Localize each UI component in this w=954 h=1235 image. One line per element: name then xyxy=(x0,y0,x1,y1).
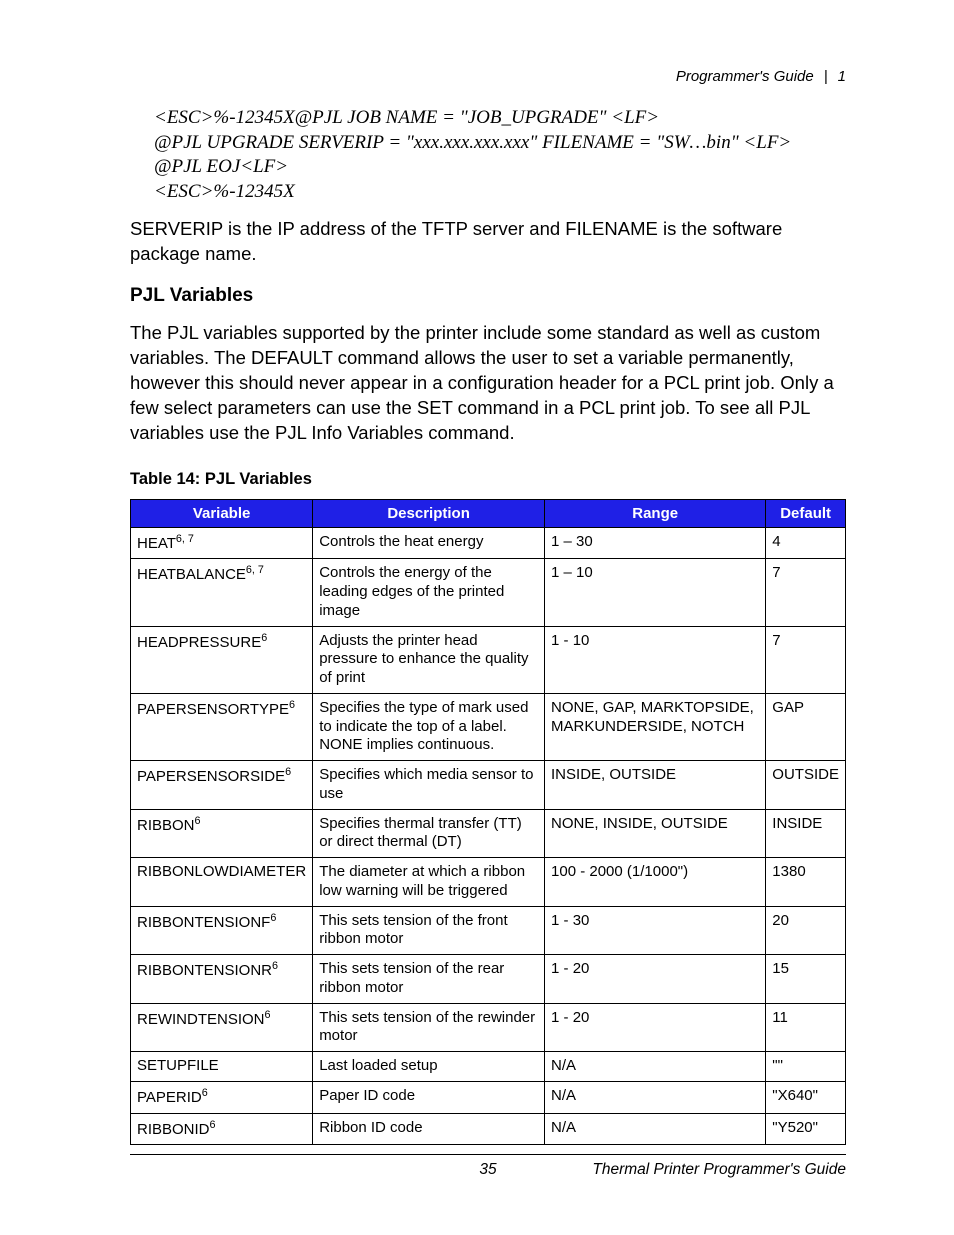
cell-default: 11 xyxy=(766,1003,846,1052)
col-header-variable: Variable xyxy=(131,499,313,527)
cell-description: Controls the energy of the leading edges… xyxy=(313,559,545,626)
pjl-variables-table: Variable Description Range Default HEAT6… xyxy=(130,499,846,1146)
cell-variable: RIBBONLOWDIAMETER xyxy=(131,858,313,907)
col-header-description: Description xyxy=(313,499,545,527)
table-row: RIBBONTENSIONF6This sets tension of the … xyxy=(131,906,846,955)
cell-default: 20 xyxy=(766,906,846,955)
table-row: REWINDTENSION6This sets tension of the r… xyxy=(131,1003,846,1052)
table-row: RIBBON6Specifies thermal transfer (TT) o… xyxy=(131,809,846,858)
cell-description: The diameter at which a ribbon low warni… xyxy=(313,858,545,907)
cell-description: Specifies thermal transfer (TT) or direc… xyxy=(313,809,545,858)
col-header-range: Range xyxy=(545,499,766,527)
cell-description: Specifies which media sensor to use xyxy=(313,761,545,810)
cell-range: 100 - 2000 (1/1000") xyxy=(545,858,766,907)
superscript: 6 xyxy=(265,1009,271,1021)
table-header-row: Variable Description Range Default xyxy=(131,499,846,527)
cell-variable: HEADPRESSURE6 xyxy=(131,626,313,693)
cell-description: This sets tension of the rear ribbon mot… xyxy=(313,955,545,1004)
cell-default: 1380 xyxy=(766,858,846,907)
page-footer: 35 Thermal Printer Programmer's Guide xyxy=(130,1154,846,1179)
cell-description: Adjusts the printer head pressure to enh… xyxy=(313,626,545,693)
code-line: <ESC>%-12345X xyxy=(154,180,846,205)
table-row: PAPERSENSORTYPE6Specifies the type of ma… xyxy=(131,693,846,760)
superscript: 6 xyxy=(285,766,291,778)
table-row: PAPERID6Paper ID codeN/A"X640" xyxy=(131,1081,846,1113)
table-row: HEATBALANCE6, 7Controls the energy of th… xyxy=(131,559,846,626)
cell-description: Specifies the type of mark used to indic… xyxy=(313,693,545,760)
cell-default: INSIDE xyxy=(766,809,846,858)
paragraph-intro: The PJL variables supported by the print… xyxy=(130,321,846,446)
cell-range: NONE, INSIDE, OUTSIDE xyxy=(545,809,766,858)
page-header: Programmer's Guide | 1 xyxy=(676,68,846,85)
cell-variable: RIBBONTENSIONF6 xyxy=(131,906,313,955)
superscript: 6, 7 xyxy=(176,533,194,545)
footer-doc-title: Thermal Printer Programmer's Guide xyxy=(592,1161,846,1179)
table-caption: Table 14: PJL Variables xyxy=(130,470,846,489)
cell-default: "X640" xyxy=(766,1081,846,1113)
cell-description: Ribbon ID code xyxy=(313,1113,545,1145)
cell-variable: HEAT6, 7 xyxy=(131,527,313,559)
code-block: <ESC>%-12345X@PJL JOB NAME = "JOB_UPGRAD… xyxy=(154,106,846,205)
cell-description: Paper ID code xyxy=(313,1081,545,1113)
superscript: 6 xyxy=(202,1087,208,1099)
col-header-default: Default xyxy=(766,499,846,527)
cell-range: 1 – 30 xyxy=(545,527,766,559)
cell-variable: RIBBON6 xyxy=(131,809,313,858)
header-separator: | xyxy=(824,68,828,85)
table-row: RIBBONID6Ribbon ID codeN/A"Y520" xyxy=(131,1113,846,1145)
superscript: 6 xyxy=(210,1119,216,1131)
code-line: @PJL UPGRADE SERVERIP = "xxx.xxx.xxx.xxx… xyxy=(154,131,846,156)
cell-range: 1 - 20 xyxy=(545,1003,766,1052)
cell-range: 1 - 10 xyxy=(545,626,766,693)
table-row: RIBBONTENSIONR6This sets tension of the … xyxy=(131,955,846,1004)
cell-default: 7 xyxy=(766,559,846,626)
cell-default: 7 xyxy=(766,626,846,693)
cell-variable: REWINDTENSION6 xyxy=(131,1003,313,1052)
superscript: 6 xyxy=(261,632,267,644)
paragraph-serverip: SERVERIP is the IP address of the TFTP s… xyxy=(130,217,846,267)
superscript: 6, 7 xyxy=(246,564,264,576)
header-section-number: 1 xyxy=(838,68,846,85)
table-row: SETUPFILELast loaded setupN/A"" xyxy=(131,1052,846,1082)
cell-default: GAP xyxy=(766,693,846,760)
cell-description: Controls the heat energy xyxy=(313,527,545,559)
cell-range: N/A xyxy=(545,1113,766,1145)
cell-variable: RIBBONID6 xyxy=(131,1113,313,1145)
table-row: RIBBONLOWDIAMETERThe diameter at which a… xyxy=(131,858,846,907)
cell-variable: PAPERSENSORSIDE6 xyxy=(131,761,313,810)
cell-range: N/A xyxy=(545,1081,766,1113)
cell-default: OUTSIDE xyxy=(766,761,846,810)
cell-description: This sets tension of the front ribbon mo… xyxy=(313,906,545,955)
cell-default: 15 xyxy=(766,955,846,1004)
cell-range: NONE, GAP, MARKTOPSIDE, MARKUNDERSIDE, N… xyxy=(545,693,766,760)
cell-range: 1 – 10 xyxy=(545,559,766,626)
cell-variable: HEATBALANCE6, 7 xyxy=(131,559,313,626)
cell-range: INSIDE, OUTSIDE xyxy=(545,761,766,810)
cell-range: 1 - 30 xyxy=(545,906,766,955)
cell-default: "Y520" xyxy=(766,1113,846,1145)
superscript: 6 xyxy=(289,699,295,711)
cell-variable: PAPERSENSORTYPE6 xyxy=(131,693,313,760)
cell-variable: PAPERID6 xyxy=(131,1081,313,1113)
section-heading: PJL Variables xyxy=(130,285,846,307)
code-line: @PJL EOJ<LF> xyxy=(154,155,846,180)
header-title: Programmer's Guide xyxy=(676,68,814,85)
table-row: HEAT6, 7Controls the heat energy1 – 304 xyxy=(131,527,846,559)
cell-range: N/A xyxy=(545,1052,766,1082)
superscript: 6 xyxy=(195,815,201,827)
footer-page-number: 35 xyxy=(479,1161,496,1179)
cell-default: "" xyxy=(766,1052,846,1082)
cell-default: 4 xyxy=(766,527,846,559)
table-row: PAPERSENSORSIDE6Specifies which media se… xyxy=(131,761,846,810)
cell-description: Last loaded setup xyxy=(313,1052,545,1082)
page-content: <ESC>%-12345X@PJL JOB NAME = "JOB_UPGRAD… xyxy=(130,106,846,1145)
cell-range: 1 - 20 xyxy=(545,955,766,1004)
code-line: <ESC>%-12345X@PJL JOB NAME = "JOB_UPGRAD… xyxy=(154,106,846,131)
superscript: 6 xyxy=(272,960,278,972)
table-row: HEADPRESSURE6Adjusts the printer head pr… xyxy=(131,626,846,693)
cell-variable: RIBBONTENSIONR6 xyxy=(131,955,313,1004)
cell-variable: SETUPFILE xyxy=(131,1052,313,1082)
superscript: 6 xyxy=(270,912,276,924)
cell-description: This sets tension of the rewinder motor xyxy=(313,1003,545,1052)
